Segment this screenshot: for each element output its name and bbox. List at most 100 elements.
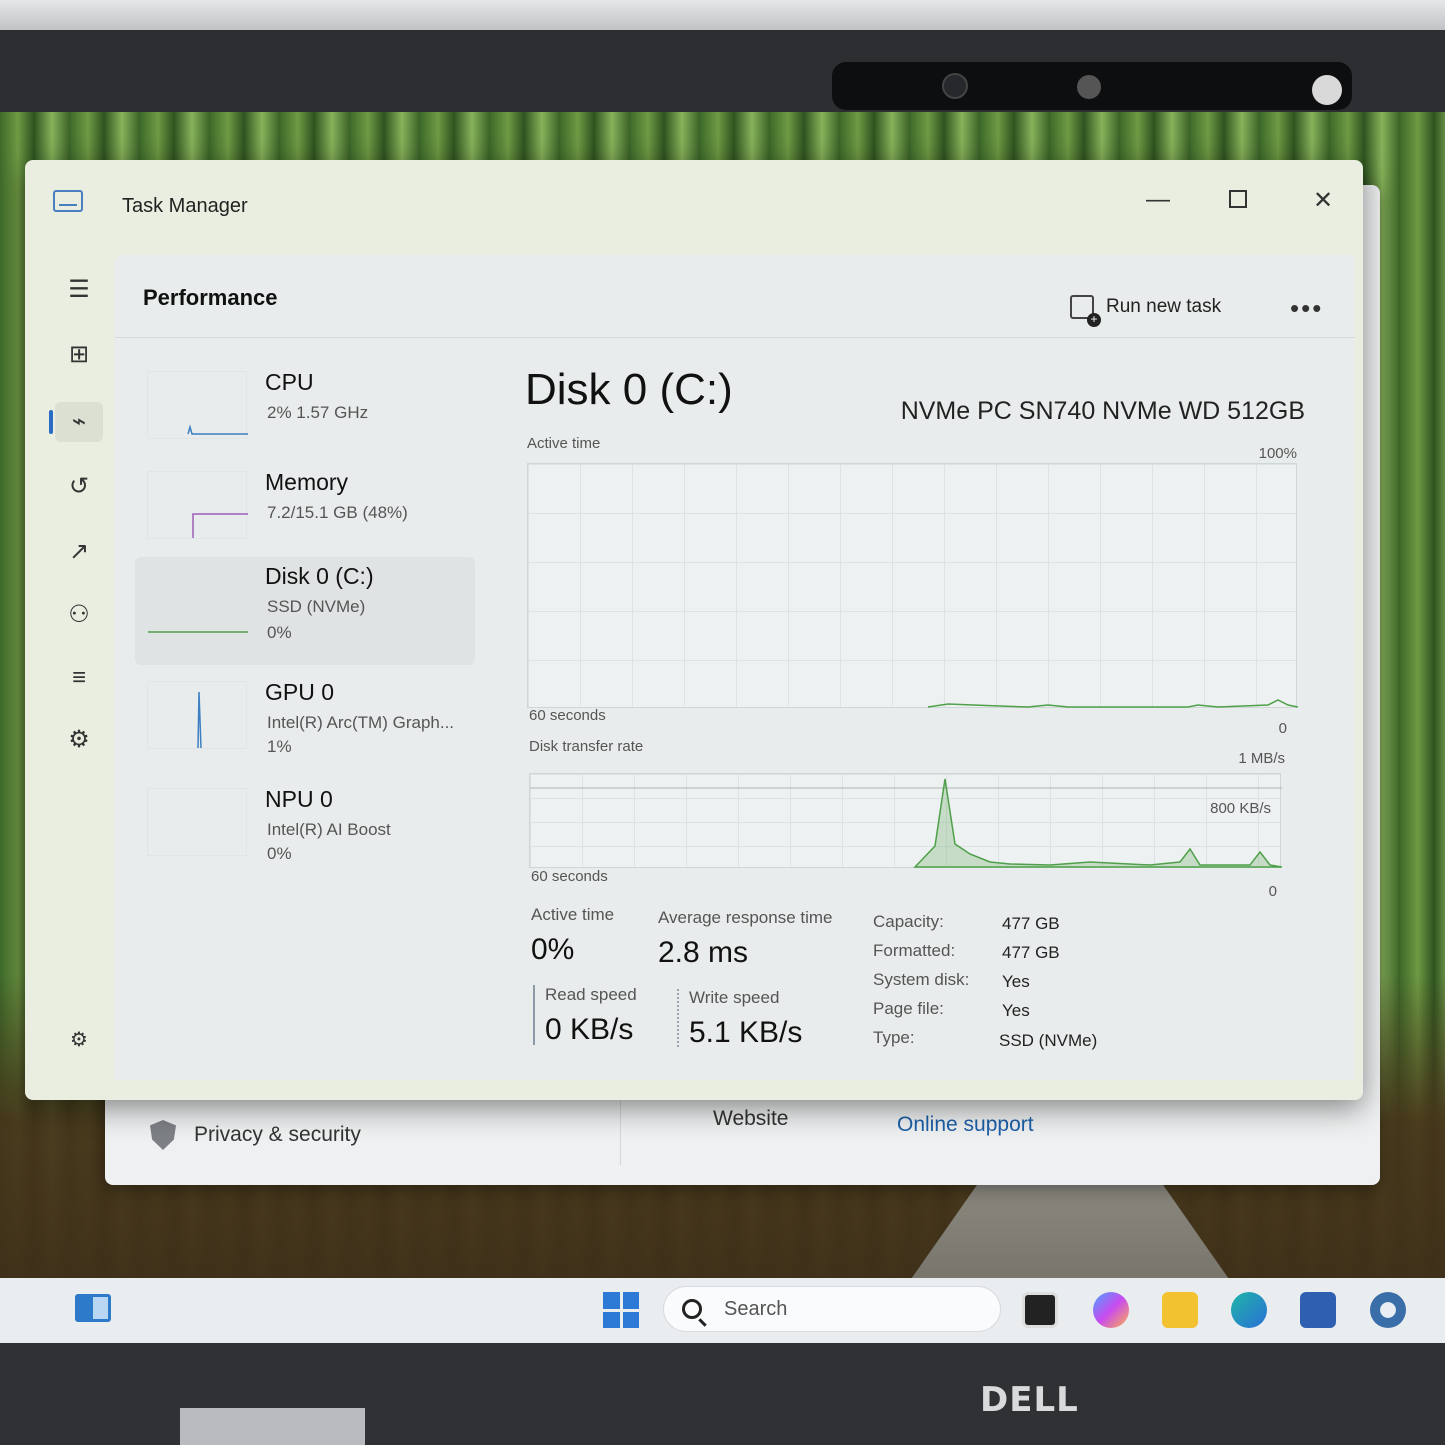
page-file-label: Page file: <box>873 999 944 1018</box>
gpu-thumbnail-graph <box>147 681 247 749</box>
minimize-button[interactable]: — <box>1138 186 1178 214</box>
avg-response-value: 2.8 ms <box>658 936 749 969</box>
type-label: Type: <box>873 1028 915 1047</box>
transfer-rate-graph-mid: 800 KB/s <box>1210 800 1271 817</box>
copilot-icon[interactable] <box>1093 1292 1129 1328</box>
active-time-value: 0% <box>531 933 575 966</box>
nav-rail: ☰ ⊞ ⌁ ↺ ↗ ⚇ ≡ ⚙ ⚙ <box>49 260 120 1060</box>
device-memory[interactable]: Memory 7.2/15.1 GB (48%) <box>135 463 475 563</box>
task-manager-app-icon <box>53 190 83 212</box>
widgets-icon[interactable] <box>75 1294 111 1322</box>
active-time-graph <box>527 463 1298 708</box>
details-icon[interactable]: ≡ <box>55 658 103 698</box>
window-title: Task Manager <box>122 195 248 217</box>
webcam-bar <box>832 62 1352 110</box>
device-stat: Intel(R) AI Boost <box>267 820 391 839</box>
more-options-button[interactable]: ••• <box>1290 293 1323 324</box>
title-bar[interactable]: Task Manager — ✕ <box>25 160 1363 250</box>
cpu-thumbnail-graph <box>147 371 248 439</box>
startup-apps-icon[interactable]: ↗ <box>55 532 103 572</box>
run-new-task-button[interactable]: Run new task <box>1070 295 1222 327</box>
run-task-icon <box>1070 295 1101 327</box>
task-manager-window: Task Manager — ✕ ☰ ⊞ ⌁ ↺ ↗ ⚇ ≡ ⚙ ⚙ Perfo… <box>25 160 1363 1100</box>
search-placeholder: Search <box>724 1297 788 1320</box>
device-usage: 0% <box>267 844 292 863</box>
services-icon[interactable]: ⚙ <box>55 720 103 760</box>
write-speed-label: Write speed <box>689 988 780 1007</box>
taskbar-search[interactable]: Search <box>663 1286 1001 1332</box>
disk-thumbnail-graph <box>147 565 248 633</box>
device-stat: 7.2/15.1 GB (48%) <box>267 503 408 522</box>
hamburger-menu-icon[interactable]: ☰ <box>55 270 103 310</box>
maximize-icon <box>1229 190 1247 208</box>
run-new-task-label: Run new task <box>1106 296 1222 317</box>
hinge <box>180 1408 365 1445</box>
webcam-lens <box>942 73 968 99</box>
online-support-link[interactable]: Online support <box>897 1113 1034 1137</box>
device-list: CPU 2% 1.57 GHz Memory 7.2/15.1 GB (48%)… <box>135 355 475 1055</box>
taskbar: Search <box>0 1278 1445 1343</box>
device-gpu0[interactable]: GPU 0 Intel(R) Arc(TM) Graph... 1% <box>135 673 475 777</box>
device-disk0[interactable]: Disk 0 (C:) SSD (NVMe) 0% <box>135 557 475 665</box>
app-history-icon[interactable]: ↺ <box>55 467 103 507</box>
shield-icon <box>150 1120 176 1150</box>
device-usage: 0% <box>267 623 292 642</box>
transfer-rate-graph-duration: 60 seconds <box>531 868 608 885</box>
ir-sensor <box>1077 75 1101 99</box>
close-button[interactable]: ✕ <box>1303 186 1343 215</box>
settings-app-icon[interactable] <box>1370 1292 1406 1328</box>
transfer-rate-graph-min: 0 <box>1268 883 1277 900</box>
file-explorer-icon[interactable] <box>1162 1292 1198 1328</box>
performance-page: Performance Run new task ••• CPU 2% 1.57… <box>115 255 1355 1080</box>
system-disk-value: Yes <box>1002 972 1030 991</box>
read-speed-marker <box>533 985 535 1045</box>
page-file-value: Yes <box>1002 1001 1030 1020</box>
device-name: Disk 0 (C:) <box>265 563 374 589</box>
active-time-graph-max: 100% <box>1258 445 1297 462</box>
capacity-label: Capacity: <box>873 912 944 931</box>
device-name: GPU 0 <box>265 679 335 705</box>
settings-nav-privacy[interactable]: Privacy & security <box>150 1120 361 1150</box>
transfer-rate-graph-max: 1 MB/s <box>1238 750 1285 767</box>
device-stat: 2% 1.57 GHz <box>267 403 369 422</box>
maximize-button[interactable] <box>1218 186 1258 215</box>
settings-icon[interactable]: ⚙ <box>55 1020 103 1060</box>
write-speed-marker <box>677 989 679 1047</box>
read-speed-value: 0 KB/s <box>545 1013 634 1046</box>
memory-thumbnail-graph <box>147 471 248 539</box>
device-usage: 1% <box>267 737 292 756</box>
store-icon[interactable] <box>1300 1292 1336 1328</box>
dell-logo: DELL <box>980 1380 1079 1420</box>
task-view-icon[interactable] <box>1022 1292 1058 1328</box>
disk-model: NVMe PC SN740 NVMe WD 512GB <box>900 397 1305 425</box>
active-time-graph-duration: 60 seconds <box>529 707 606 724</box>
search-icon <box>682 1299 702 1319</box>
device-npu0[interactable]: NPU 0 Intel(R) AI Boost 0% <box>135 780 475 884</box>
formatted-label: Formatted: <box>873 941 956 960</box>
page-header: Performance Run new task ••• <box>115 255 1355 338</box>
npu-thumbnail-graph <box>147 788 247 856</box>
start-icon[interactable] <box>603 1292 639 1328</box>
type-value: SSD (NVMe) <box>999 1031 1098 1050</box>
formatted-value: 477 GB <box>1002 943 1060 962</box>
active-time-graph-label: Active time <box>527 435 601 452</box>
nav-active-indicator <box>49 410 53 434</box>
edge-icon[interactable] <box>1231 1292 1267 1328</box>
active-time-graph-min: 0 <box>1278 720 1287 737</box>
device-name: NPU 0 <box>265 786 333 812</box>
capacity-value: 477 GB <box>1002 914 1060 933</box>
transfer-rate-graph <box>529 773 1282 868</box>
processes-icon[interactable]: ⊞ <box>55 335 103 375</box>
write-speed-value: 5.1 KB/s <box>689 1016 803 1049</box>
active-time-label: Active time <box>531 905 615 924</box>
device-name: CPU <box>265 369 314 395</box>
device-stat: Intel(R) Arc(TM) Graph... <box>267 713 455 732</box>
users-icon[interactable]: ⚇ <box>55 595 103 635</box>
privacy-shutter <box>1312 75 1342 105</box>
device-cpu[interactable]: CPU 2% 1.57 GHz <box>135 363 475 463</box>
detail-title: Disk 0 (C:) <box>525 365 733 414</box>
avg-response-label: Average response time <box>658 908 833 927</box>
website-link[interactable]: Website <box>713 1107 788 1131</box>
performance-icon[interactable]: ⌁ <box>55 402 103 442</box>
disk-detail-panel: Disk 0 (C:) NVMe PC SN740 NVMe WD 512GB … <box>525 355 1315 1055</box>
